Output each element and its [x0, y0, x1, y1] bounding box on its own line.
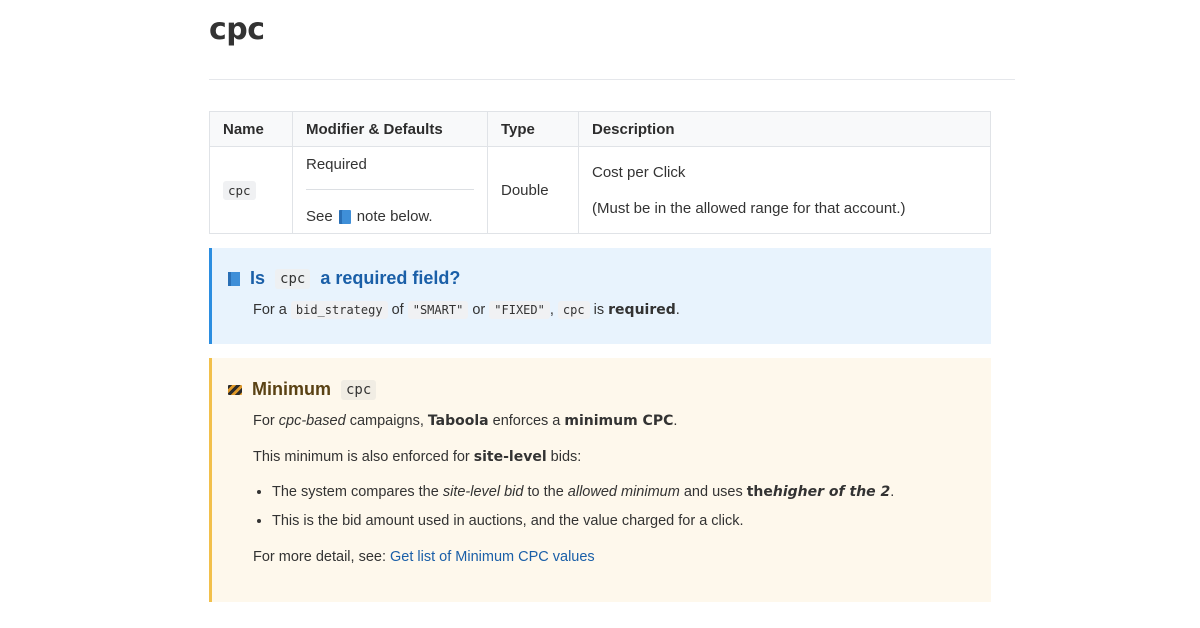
warning-paragraph-1: For cpc-based campaigns, Taboola enforce… — [253, 413, 971, 429]
bullet1-higher: higher of the 2 — [772, 484, 891, 500]
warning-title-text: Minimum — [252, 379, 331, 399]
bullet1-allowed-minimum: allowed minimum — [567, 484, 680, 500]
text-for: For — [253, 413, 275, 429]
info-text-for-a: For a — [253, 302, 287, 318]
description-line-2: (Must be in the allowed range for that a… — [592, 199, 906, 217]
warning-title-code: cpc — [341, 379, 377, 400]
text-enforces: enforces a — [492, 413, 561, 429]
info-text-required: required — [608, 302, 676, 318]
minimum-cpc-values-link[interactable]: Get list of Minimum CPC values — [390, 549, 595, 565]
cell-name: cpc — [209, 146, 293, 234]
warning-bullet-list: The system compares the site-level bid t… — [253, 484, 971, 529]
see-label: See — [306, 208, 333, 225]
text-taboola: Taboola — [427, 413, 489, 429]
bullet1-the: the — [746, 484, 773, 500]
text-more-detail: For more detail, see: — [253, 549, 386, 565]
header-name: Name — [209, 111, 293, 147]
info-callout: Is cpc a required field? For a bid_strat… — [209, 248, 991, 344]
bullet1-text-a: The system compares the — [272, 484, 439, 500]
table-header-row: Name Modifier & Defaults Type Descriptio… — [209, 111, 991, 147]
warning-callout-title: Minimum cpc — [228, 379, 377, 400]
text-period: . — [673, 413, 678, 429]
modifier-separator — [306, 189, 474, 190]
info-callout-body: For a bid_strategy of "SMART" or "FIXED"… — [253, 301, 971, 319]
cpc-code: cpc — [557, 301, 590, 319]
info-text-period: . — [675, 302, 680, 318]
cell-type: Double — [487, 146, 579, 234]
cell-modifier: Required See note below. — [292, 146, 488, 234]
text-bids: bids: — [550, 449, 582, 465]
bid-strategy-code: bid_strategy — [290, 301, 388, 319]
bullet1-period: . — [890, 484, 895, 500]
text-campaigns: campaigns, — [349, 413, 424, 429]
cell-description: Cost per Click (Must be in the allowed r… — [578, 146, 991, 234]
param-name-code: cpc — [223, 180, 256, 200]
list-item: This is the bid amount used in auctions,… — [272, 513, 971, 529]
parameters-table: Name Modifier & Defaults Type Descriptio… — [209, 111, 991, 234]
smart-code: "SMART" — [407, 301, 469, 319]
modifier-required: Required — [306, 156, 367, 173]
info-text-or: or — [472, 302, 486, 318]
list-item: The system compares the site-level bid t… — [272, 484, 971, 500]
text-minimum-also: This minimum is also enforced for — [253, 449, 470, 465]
warning-callout-body: For cpc-based campaigns, Taboola enforce… — [253, 413, 971, 565]
info-text-is: is — [593, 302, 605, 318]
info-title-suffix: a required field? — [320, 268, 461, 288]
info-text-of: of — [391, 302, 404, 318]
header-type: Type — [487, 111, 579, 147]
construction-icon — [228, 384, 242, 395]
info-callout-title: Is cpc a required field? — [228, 268, 460, 289]
text-site-level: site-level — [473, 449, 547, 465]
warning-paragraph-3: For more detail, see: Get list of Minimu… — [253, 549, 971, 565]
fixed-code: "FIXED" — [489, 301, 550, 319]
info-title-code: cpc — [275, 268, 311, 289]
bullet1-text-c: and uses — [683, 484, 743, 500]
page-title: cpc — [209, 12, 265, 47]
info-text-comma: , — [549, 302, 554, 318]
modifier-see-note: See note below. — [306, 208, 433, 225]
header-description: Description — [578, 111, 991, 147]
info-title-prefix: Is — [250, 268, 266, 288]
table-row: cpc Required See note below. Double Cost… — [209, 146, 991, 234]
bullet1-text-b: to the — [527, 484, 564, 500]
text-minimum-cpc: minimum CPC — [564, 413, 674, 429]
blue-book-icon — [338, 209, 351, 224]
description-line-1: Cost per Click — [592, 163, 686, 181]
warning-paragraph-2: This minimum is also enforced for site-l… — [253, 449, 971, 465]
header-modifier: Modifier & Defaults — [292, 111, 488, 147]
blue-book-icon — [228, 271, 240, 286]
note-below-label: note below. — [356, 208, 433, 225]
title-divider — [209, 79, 1015, 80]
text-cpc-based: cpc-based — [278, 413, 346, 429]
warning-callout: Minimum cpc For cpc-based campaigns, Tab… — [209, 358, 991, 602]
bullet1-site-level-bid: site-level bid — [442, 484, 524, 500]
